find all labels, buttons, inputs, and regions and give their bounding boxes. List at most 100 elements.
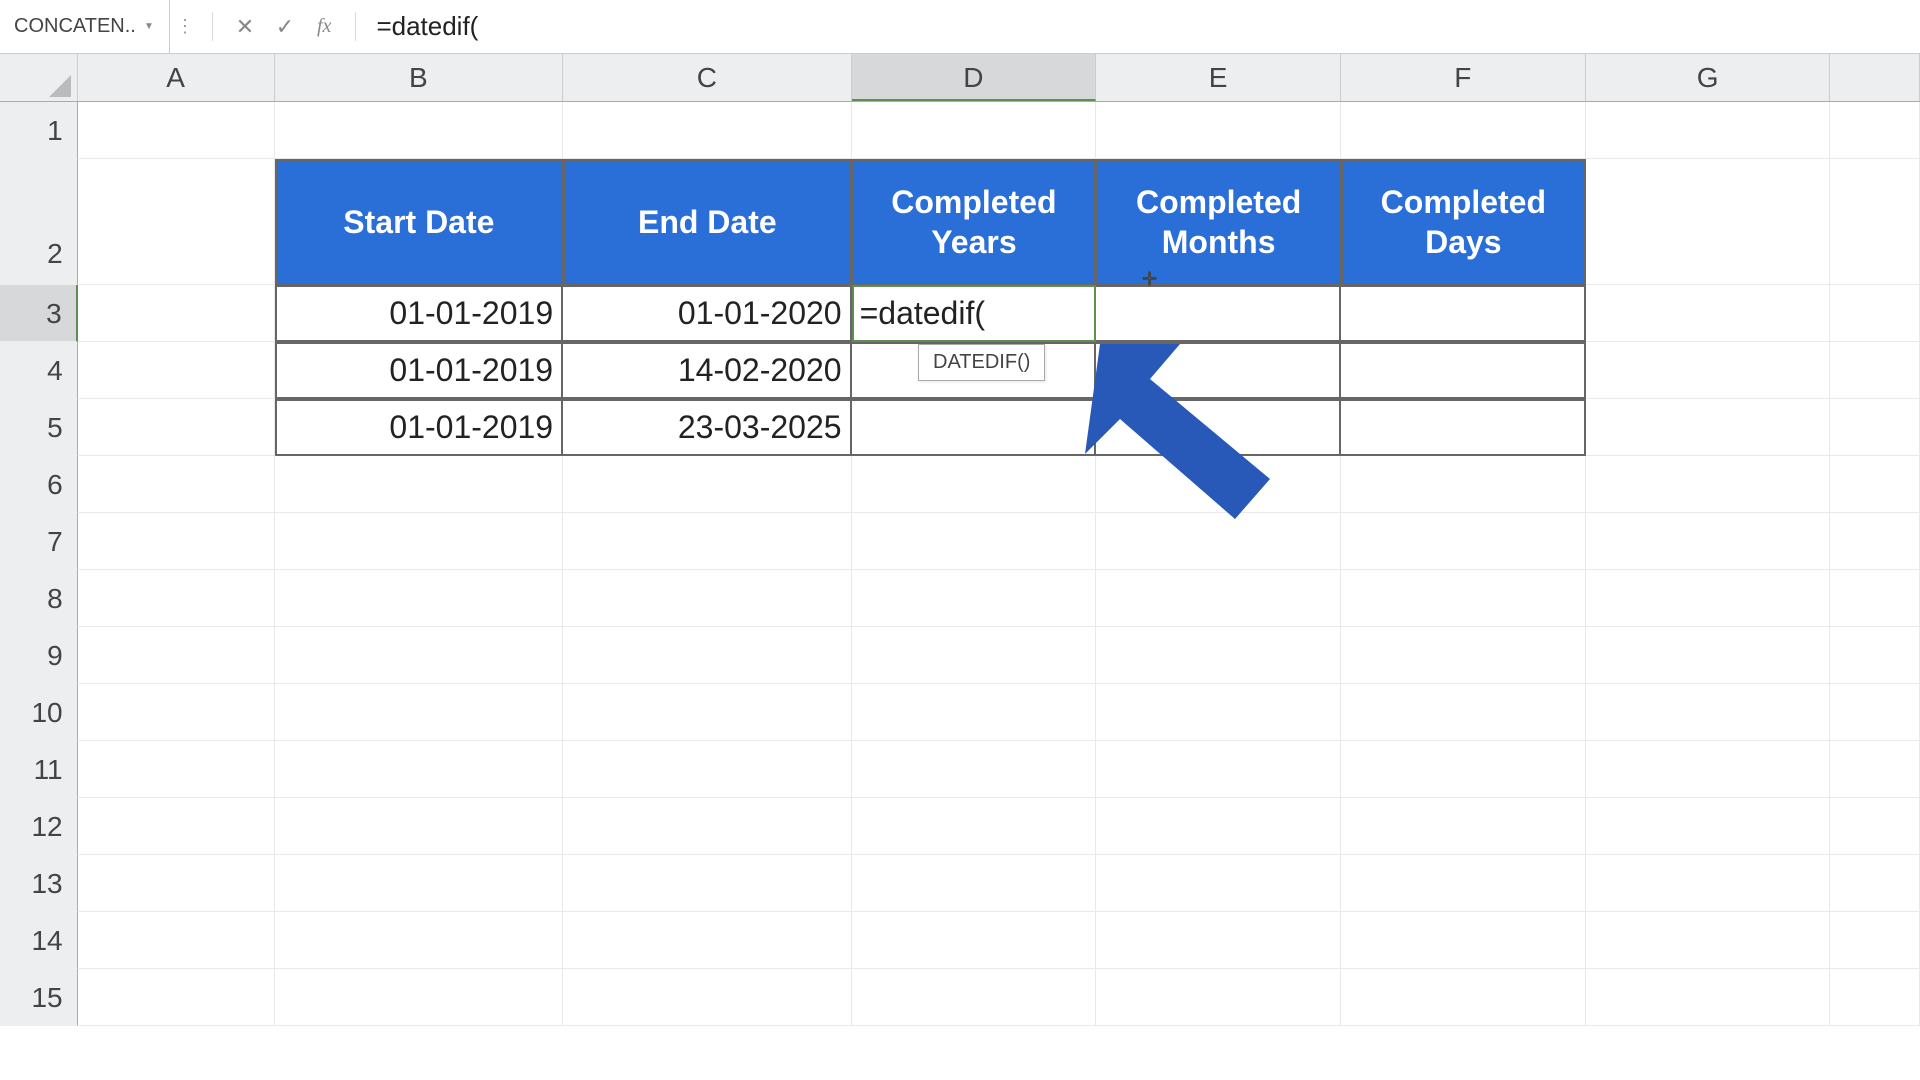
cell-A9[interactable] [78, 627, 275, 684]
header-start-date[interactable]: Start Date [275, 159, 563, 285]
header-end-date[interactable]: End Date [563, 159, 851, 285]
cell-E13[interactable] [1096, 855, 1341, 912]
cell-D14[interactable] [852, 912, 1097, 969]
row-header-1[interactable]: 1 [0, 102, 78, 159]
cell-H10[interactable] [1830, 684, 1920, 741]
cell-D9[interactable] [852, 627, 1097, 684]
name-box[interactable]: CONCATEN... [8, 15, 137, 38]
cell-G2[interactable] [1586, 159, 1831, 285]
cell-G10[interactable] [1586, 684, 1831, 741]
cell-B15[interactable] [275, 969, 563, 1026]
row-header-9[interactable]: 9 [0, 627, 78, 684]
cell-G14[interactable] [1586, 912, 1831, 969]
cell-E6[interactable] [1096, 456, 1341, 513]
cell-H2[interactable] [1830, 159, 1920, 285]
select-all-corner[interactable] [0, 54, 78, 101]
cell-B12[interactable] [275, 798, 563, 855]
name-box-dropdown-icon[interactable]: ▼ [137, 21, 161, 32]
cell-C13[interactable] [563, 855, 851, 912]
cell-A4[interactable] [78, 342, 275, 399]
cell-A2[interactable] [78, 159, 275, 285]
row-header-15[interactable]: 15 [0, 969, 78, 1026]
function-tooltip[interactable]: DATEDIF() [918, 344, 1045, 381]
cell-G15[interactable] [1586, 969, 1831, 1026]
cell-E8[interactable] [1096, 570, 1341, 627]
cell-A1[interactable] [78, 102, 275, 159]
cell-C14[interactable] [563, 912, 851, 969]
cell-C15[interactable] [563, 969, 851, 1026]
cancel-icon[interactable]: ✕ [225, 14, 265, 40]
row-header-13[interactable]: 13 [0, 855, 78, 912]
cell-F5[interactable] [1341, 399, 1586, 456]
row-header-3[interactable]: 3 [0, 285, 78, 342]
cell-F3[interactable] [1341, 285, 1586, 342]
cell-C12[interactable] [563, 798, 851, 855]
col-header-A[interactable]: A [78, 54, 275, 101]
cell-C10[interactable] [563, 684, 851, 741]
cell-F12[interactable] [1341, 798, 1586, 855]
cell-H15[interactable] [1830, 969, 1920, 1026]
cell-H4[interactable] [1830, 342, 1920, 399]
cell-C4[interactable]: 14-02-2020 [563, 342, 851, 399]
col-header-rest[interactable] [1830, 54, 1920, 101]
cell-A5[interactable] [78, 399, 275, 456]
cell-H11[interactable] [1830, 741, 1920, 798]
cell-D12[interactable] [852, 798, 1097, 855]
cell-A14[interactable] [78, 912, 275, 969]
cell-H8[interactable] [1830, 570, 1920, 627]
cell-A13[interactable] [78, 855, 275, 912]
row-header-14[interactable]: 14 [0, 912, 78, 969]
cell-D7[interactable] [852, 513, 1097, 570]
cell-H6[interactable] [1830, 456, 1920, 513]
col-header-F[interactable]: F [1341, 54, 1586, 101]
row-header-6[interactable]: 6 [0, 456, 78, 513]
cell-C3[interactable]: 01-01-2020 [563, 285, 851, 342]
cell-F13[interactable] [1341, 855, 1586, 912]
row-header-2[interactable]: 2 [0, 159, 78, 285]
cell-G7[interactable] [1586, 513, 1831, 570]
cell-E1[interactable] [1096, 102, 1341, 159]
cell-B14[interactable] [275, 912, 563, 969]
cell-C5[interactable]: 23-03-2025 [563, 399, 851, 456]
cell-C6[interactable] [563, 456, 851, 513]
cell-B4[interactable]: 01-01-2019 [275, 342, 563, 399]
cell-D1[interactable] [852, 102, 1097, 159]
cell-G12[interactable] [1586, 798, 1831, 855]
cell-G13[interactable] [1586, 855, 1831, 912]
cell-B13[interactable] [275, 855, 563, 912]
cell-D5[interactable] [852, 399, 1097, 456]
row-header-7[interactable]: 7 [0, 513, 78, 570]
cell-B9[interactable] [275, 627, 563, 684]
cell-D10[interactable] [852, 684, 1097, 741]
cell-E15[interactable] [1096, 969, 1341, 1026]
cell-G8[interactable] [1586, 570, 1831, 627]
cell-A11[interactable] [78, 741, 275, 798]
cell-D6[interactable] [852, 456, 1097, 513]
cell-A10[interactable] [78, 684, 275, 741]
cell-G9[interactable] [1586, 627, 1831, 684]
formula-bar-options-icon[interactable]: ⋮ [170, 16, 200, 37]
cell-F9[interactable] [1341, 627, 1586, 684]
formula-input[interactable] [368, 0, 1920, 53]
cell-A6[interactable] [78, 456, 275, 513]
cell-G1[interactable] [1586, 102, 1831, 159]
header-completed-days[interactable]: Completed Days [1341, 159, 1586, 285]
col-header-B[interactable]: B [275, 54, 564, 101]
cell-B8[interactable] [275, 570, 563, 627]
cell-B5[interactable]: 01-01-2019 [275, 399, 563, 456]
col-header-E[interactable]: E [1096, 54, 1341, 101]
cell-C9[interactable] [563, 627, 851, 684]
cell-H13[interactable] [1830, 855, 1920, 912]
cell-D3-editing[interactable]: =datedif( [852, 285, 1097, 342]
cell-B10[interactable] [275, 684, 563, 741]
cell-D15[interactable] [852, 969, 1097, 1026]
header-completed-months[interactable]: Completed Months [1096, 159, 1341, 285]
col-header-G[interactable]: G [1586, 54, 1831, 101]
cell-F4[interactable] [1341, 342, 1586, 399]
col-header-D[interactable]: D [852, 54, 1097, 101]
cell-H3[interactable] [1830, 285, 1920, 342]
cell-G11[interactable] [1586, 741, 1831, 798]
cell-H7[interactable] [1830, 513, 1920, 570]
col-header-C[interactable]: C [563, 54, 852, 101]
cell-F8[interactable] [1341, 570, 1586, 627]
